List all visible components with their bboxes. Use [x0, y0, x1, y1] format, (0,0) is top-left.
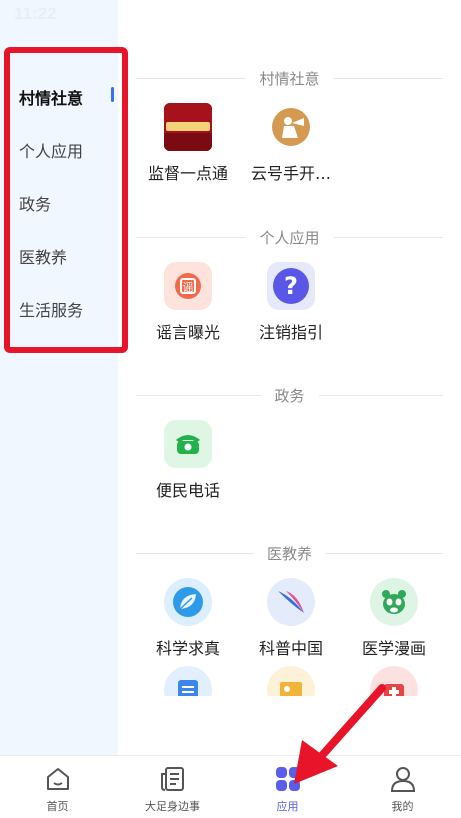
rumor-badge-text: 谣	[183, 281, 194, 294]
app-name: 医学漫画	[361, 639, 426, 658]
section-title: 个人应用	[259, 228, 320, 247]
news-icon	[160, 767, 184, 791]
phone-icon	[164, 420, 212, 468]
question-icon: ?	[267, 262, 315, 310]
tab-apps[interactable]: 应用	[230, 756, 345, 818]
apps-grid-icon	[275, 767, 300, 791]
app-rumor-exposure[interactable]: 谣 谣言曝光	[133, 262, 243, 343]
app-name: 注销指引	[258, 323, 323, 342]
tab-home[interactable]: 首页	[0, 756, 115, 818]
science-china-icon	[267, 578, 315, 626]
tab-label: 首页	[46, 800, 69, 813]
science-leaf-icon	[164, 578, 212, 626]
user-icon	[390, 767, 415, 792]
document-icon	[164, 666, 212, 696]
section-header-cunqing: 村情社意	[136, 68, 444, 88]
home-icon	[46, 768, 69, 790]
tab-label: 应用	[276, 800, 299, 813]
tab-label: 我的	[391, 800, 414, 813]
bottom-tab-bar: 首页 大足身边事 应用 我的	[0, 755, 461, 818]
app-name: 科普中国	[258, 639, 323, 658]
question-badge-text: ?	[284, 272, 298, 300]
app-partial-1[interactable]	[133, 666, 243, 696]
section-title: 政务	[274, 386, 305, 405]
app-science-truth[interactable]: 科学求真	[133, 578, 243, 659]
app-cancellation-guide[interactable]: ? 注销指引	[236, 262, 346, 343]
app-name: 监督一点通	[147, 164, 228, 183]
certificate-icon	[267, 666, 315, 696]
app-partial-3[interactable]	[339, 666, 449, 696]
section-title: 村情社意	[259, 69, 320, 88]
app-supervision[interactable]: 监督一点通	[133, 103, 243, 184]
status-time: 11:22	[14, 4, 57, 23]
supervision-banner-icon	[164, 103, 212, 151]
app-name: 云号手开…	[250, 164, 331, 183]
tab-label: 大足身边事	[145, 800, 200, 813]
app-list: 村情社意 监督一点通 云号手开… 个人应用 谣 谣言曝光 ? 注销指引 政务 便…	[118, 0, 461, 755]
app-name: 便民电话	[155, 481, 220, 500]
section-header-personal-apps: 个人应用	[136, 227, 444, 247]
panda-icon	[370, 578, 418, 626]
section-header-government: 政务	[136, 385, 444, 405]
medical-kit-icon	[370, 666, 418, 696]
trumpet-player-icon	[272, 108, 310, 146]
app-yunhao[interactable]: 云号手开…	[236, 103, 346, 184]
tab-dazu-news[interactable]: 大足身边事	[115, 756, 230, 818]
app-convenience-phone[interactable]: 便民电话	[133, 420, 243, 501]
section-header-medical-education: 医教养	[136, 543, 444, 563]
app-name: 科学求真	[155, 639, 220, 658]
app-partial-2[interactable]	[236, 666, 346, 696]
sidebar-highlight-box	[4, 47, 128, 353]
app-name: 谣言曝光	[155, 323, 220, 342]
tab-mine[interactable]: 我的	[345, 756, 460, 818]
rumor-icon: 谣	[164, 262, 212, 310]
section-title: 医教养	[267, 544, 313, 563]
app-medical-comics[interactable]: 医学漫画	[339, 578, 449, 659]
app-science-china[interactable]: 科普中国	[236, 578, 346, 659]
